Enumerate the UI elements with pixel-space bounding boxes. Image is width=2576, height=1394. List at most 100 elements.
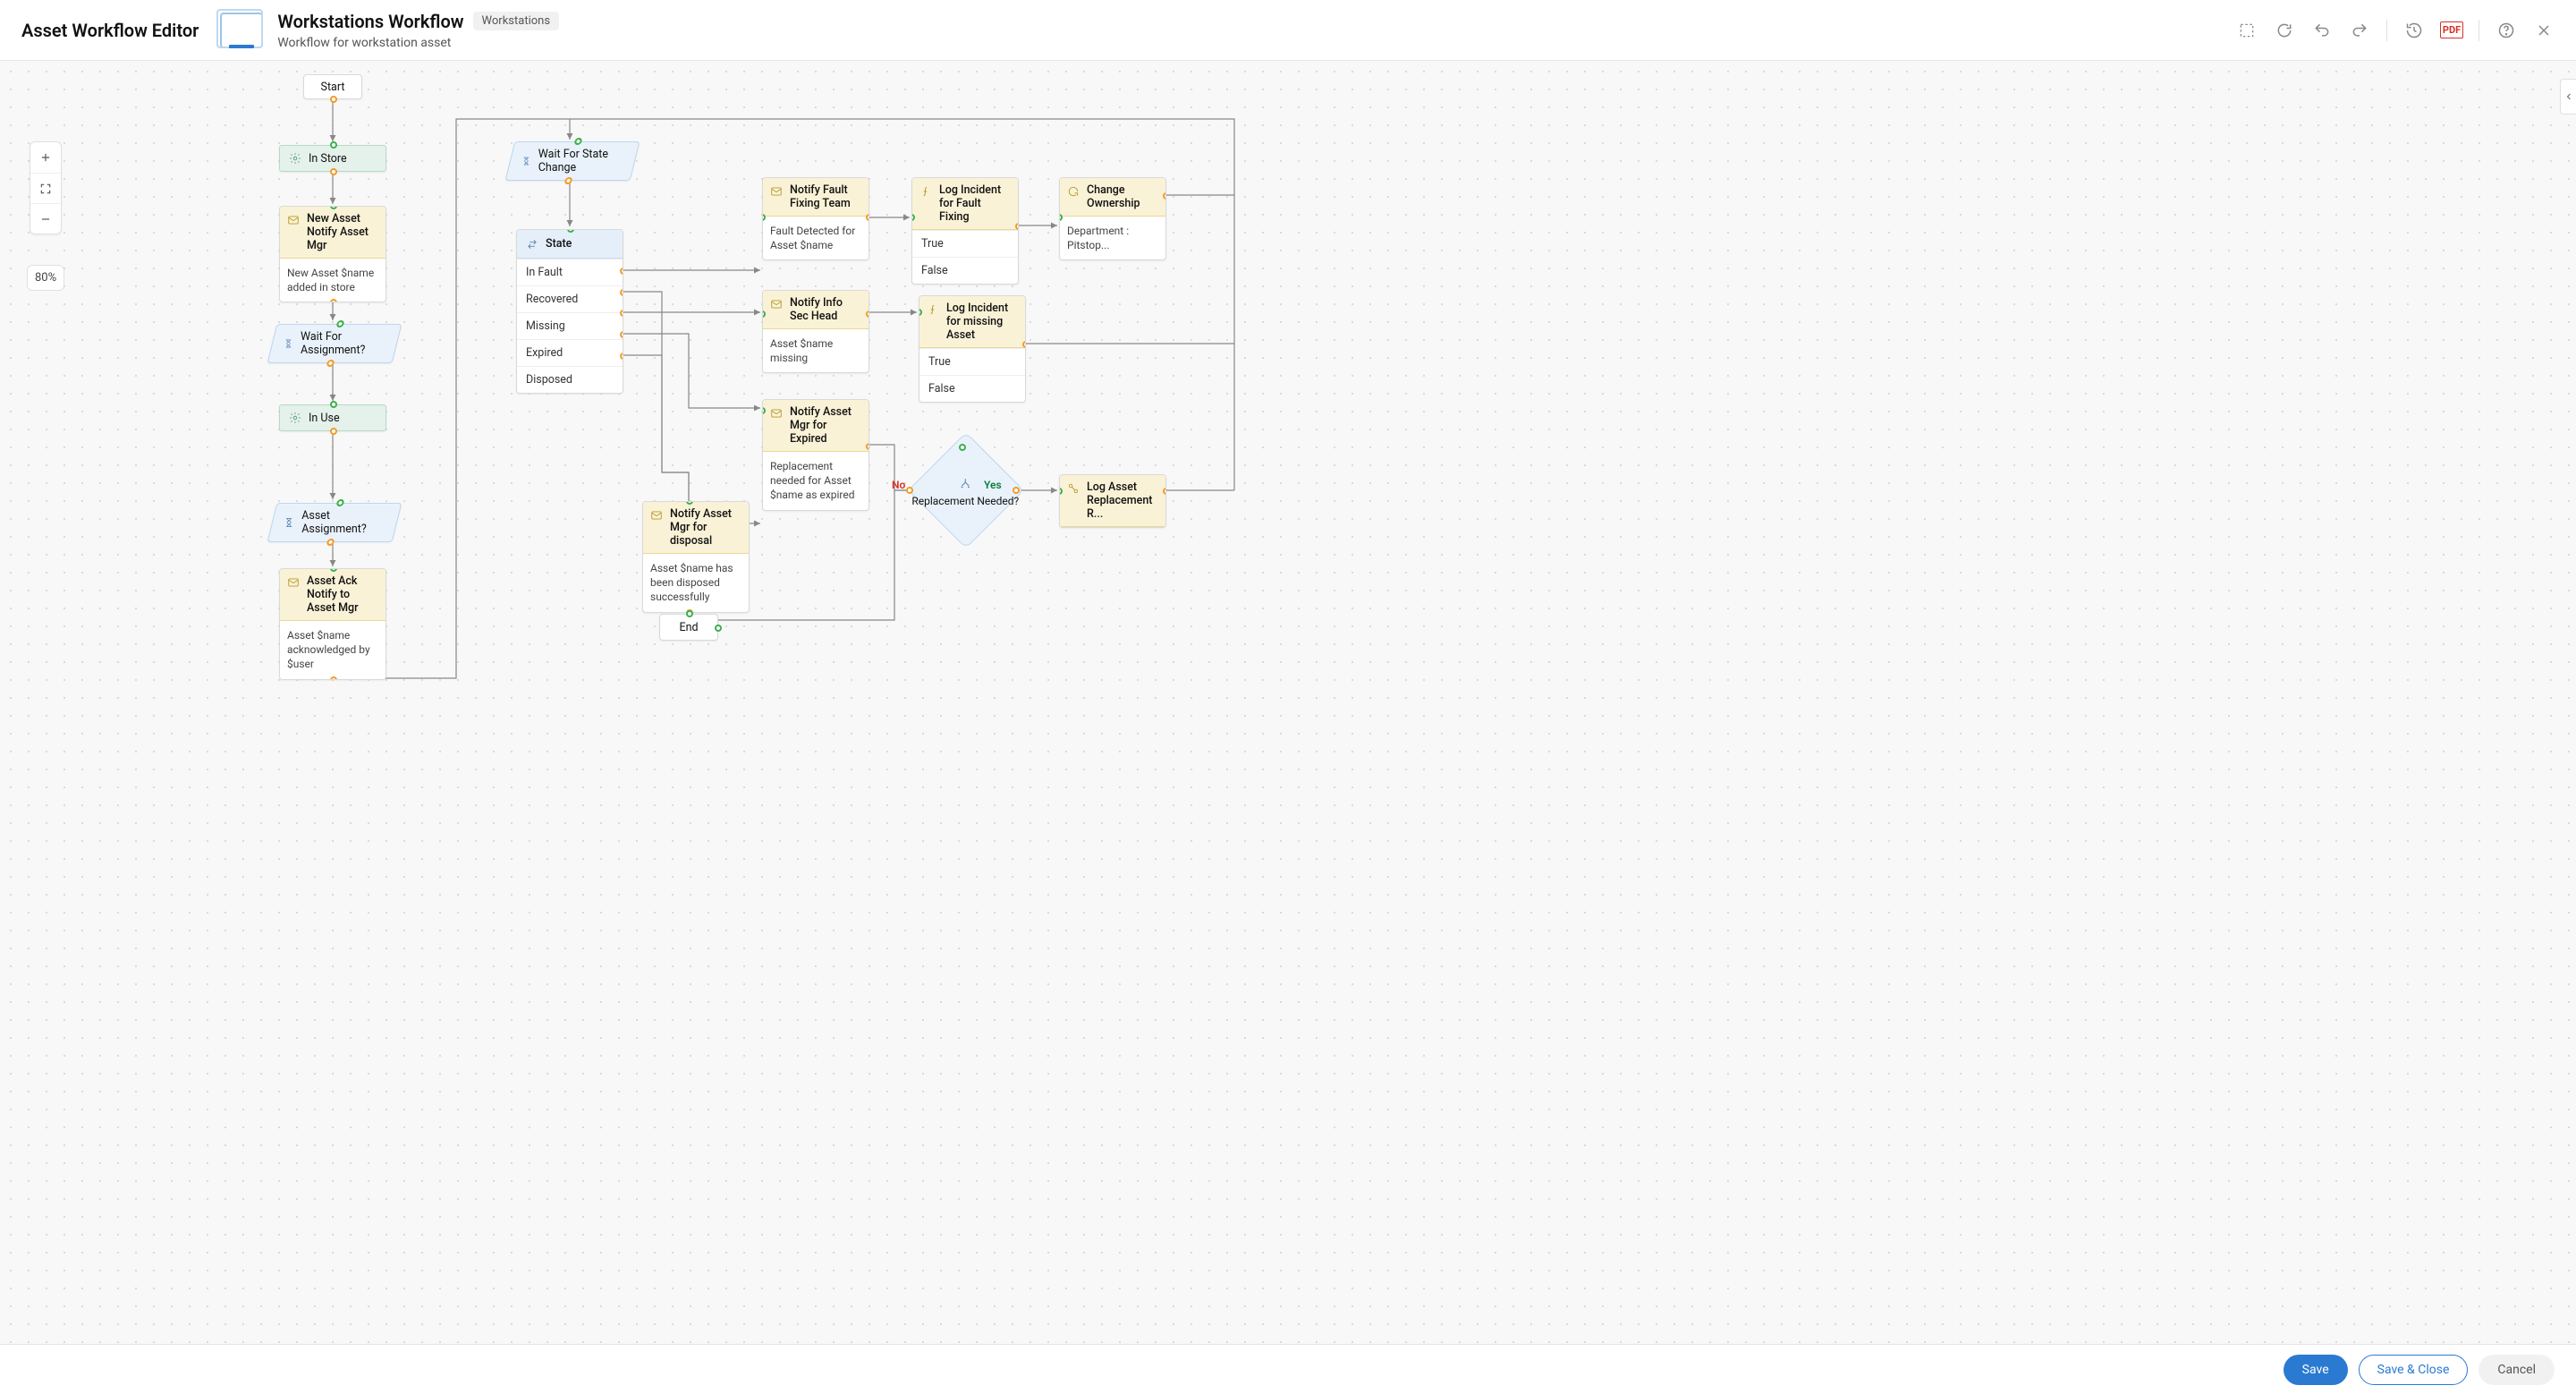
mail-icon <box>770 185 783 198</box>
card-title: New Asset Notify Asset Mgr <box>307 212 378 252</box>
function-icon <box>927 303 939 316</box>
footer: Save Save & Close Cancel <box>0 1344 2576 1394</box>
end-label: End <box>679 621 698 634</box>
wait-label: Asset Assignment? <box>301 509 386 536</box>
node-ack-notify[interactable]: Asset Ack Notify to Asset Mgr Asset $nam… <box>279 568 386 680</box>
node-notify-expired[interactable]: Notify Asset Mgr for Expired Replacement… <box>762 399 869 511</box>
node-new-asset-notify[interactable]: New Asset Notify Asset Mgr New Asset $na… <box>279 206 386 302</box>
start-label: Start <box>321 81 345 94</box>
wait-label: Wait For Assignment? <box>301 330 386 357</box>
card-title: Log Incident for Fault Fixing <box>939 183 1011 224</box>
cancel-button[interactable]: Cancel <box>2479 1355 2555 1385</box>
link-icon <box>1067 482 1080 495</box>
workflow-tag: Workstations <box>473 12 560 30</box>
switch-option[interactable]: Recovered <box>517 285 623 312</box>
mail-icon <box>287 214 300 226</box>
app-title: Asset Workflow Editor <box>21 20 199 41</box>
switch-option[interactable]: Missing <box>517 312 623 339</box>
node-in-store[interactable]: In Store <box>279 145 386 172</box>
node-state-switch[interactable]: State In Fault Recovered Missing Expired… <box>516 229 623 394</box>
canvas-wrap: Start In Store New Asset Notify Asset Mg… <box>0 61 2576 1344</box>
switch-option[interactable]: In Fault <box>517 259 623 285</box>
expand-panel-button[interactable] <box>2560 79 2576 115</box>
wait-label: Wait For State Change <box>538 148 623 174</box>
state-label: In Use <box>309 412 340 425</box>
switch-option[interactable]: Expired <box>517 339 623 366</box>
node-wait-assignment[interactable]: Wait For Assignment? <box>267 324 402 363</box>
close-icon[interactable] <box>2533 20 2555 41</box>
node-asset-assignment[interactable]: Asset Assignment? <box>267 503 402 542</box>
mail-icon <box>287 576 300 589</box>
connectors <box>0 61 2576 1344</box>
switch-option[interactable]: Disposed <box>517 366 623 393</box>
divider <box>2386 20 2387 41</box>
history-icon[interactable] <box>2403 20 2425 41</box>
node-log-fault[interactable]: Log Incident for Fault Fixing True False <box>911 177 1019 285</box>
card-row: True <box>912 230 1018 257</box>
pdf-export-icon[interactable]: PDF <box>2441 20 2462 41</box>
help-icon[interactable] <box>2496 20 2517 41</box>
card-row: False <box>919 375 1025 402</box>
workflow-meta: Workstations Workflow Workstations Workf… <box>277 11 559 50</box>
gear-icon <box>289 152 301 165</box>
node-log-replacement[interactable]: Log Asset Replacement R... <box>1059 474 1166 528</box>
node-in-use[interactable]: In Use <box>279 404 386 431</box>
decision-label: Replacement Needed? <box>911 495 1019 507</box>
node-notify-disposal[interactable]: Notify Asset Mgr for disposal Asset $nam… <box>642 501 750 613</box>
card-body: Asset $name acknowledged by $user <box>280 621 386 679</box>
workflow-canvas[interactable]: Start In Store New Asset Notify Asset Mg… <box>0 61 2576 1344</box>
save-button[interactable]: Save <box>2284 1355 2348 1385</box>
workstation-icon <box>220 13 263 48</box>
card-body: New Asset $name added in store <box>280 259 386 302</box>
swap-icon <box>526 238 538 251</box>
card-body: Asset $name missing <box>763 329 869 372</box>
zoom-in-button[interactable] <box>30 142 61 173</box>
node-replacement-decision[interactable]: Replacement Needed? <box>908 432 1024 548</box>
card-body: Fault Detected for Asset $name <box>763 217 869 259</box>
card-title: Notify Info Sec Head <box>790 296 861 323</box>
card-title: Asset Ack Notify to Asset Mgr <box>307 574 378 615</box>
zoom-out-button[interactable] <box>30 203 61 234</box>
select-area-icon[interactable] <box>2236 20 2258 41</box>
hourglass-icon <box>284 516 294 529</box>
branch-no-label: No <box>892 479 905 491</box>
editor-header: Asset Workflow Editor Workstations Workf… <box>0 0 2576 61</box>
save-close-button[interactable]: Save & Close <box>2359 1355 2469 1385</box>
card-title: Notify Fault Fixing Team <box>790 183 861 210</box>
node-change-ownership[interactable]: Change Ownership Department : Pitstop... <box>1059 177 1166 260</box>
node-log-missing[interactable]: Log Incident for missing Asset True Fals… <box>919 295 1026 403</box>
function-icon <box>919 185 932 198</box>
card-row: True <box>919 348 1025 375</box>
card-title: Change Ownership <box>1087 183 1158 210</box>
zoom-level[interactable]: 80% <box>27 265 64 291</box>
mail-icon <box>650 509 663 522</box>
redo-icon[interactable] <box>2349 20 2370 41</box>
branch-yes-label: Yes <box>984 479 1002 491</box>
mail-icon <box>770 407 783 420</box>
node-notify-infosec[interactable]: Notify Info Sec Head Asset $name missing <box>762 290 869 373</box>
sync-icon <box>1067 185 1080 198</box>
node-start[interactable]: Start <box>303 74 362 99</box>
node-notify-fault[interactable]: Notify Fault Fixing Team Fault Detected … <box>762 177 869 260</box>
card-title: Log Asset Replacement R... <box>1087 480 1158 521</box>
card-row: False <box>912 257 1018 284</box>
workflow-subtitle: Workflow for workstation asset <box>277 36 559 50</box>
switch-title: State <box>546 237 572 251</box>
node-end[interactable]: End <box>659 614 718 641</box>
fit-screen-button[interactable] <box>30 173 61 203</box>
card-title: Notify Asset Mgr for disposal <box>670 507 741 548</box>
hourglass-icon <box>521 155 531 167</box>
card-title: Log Incident for missing Asset <box>946 302 1018 342</box>
node-wait-state-change[interactable]: Wait For State Change <box>505 141 640 181</box>
zoom-tools: 80% <box>27 141 64 291</box>
mail-icon <box>770 298 783 310</box>
undo-icon[interactable] <box>2311 20 2333 41</box>
card-body: Replacement needed for Asset $name as ex… <box>763 452 869 510</box>
refresh-icon[interactable] <box>2274 20 2295 41</box>
branch-icon <box>958 477 972 491</box>
workflow-title[interactable]: Workstations Workflow <box>277 11 463 32</box>
card-body: Asset $name has been disposed successful… <box>643 554 749 612</box>
hourglass-icon <box>284 337 293 350</box>
gear-icon <box>289 412 301 424</box>
state-label: In Store <box>309 152 347 166</box>
